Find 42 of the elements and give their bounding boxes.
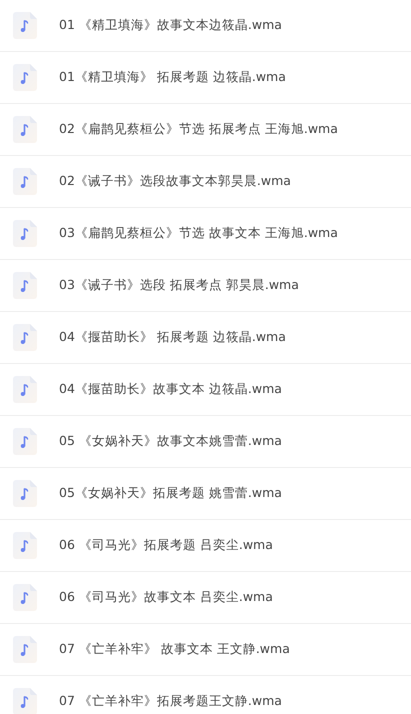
file-row[interactable]: 07 《亡羊补牢》拓展考题王文静.wma xyxy=(0,676,411,714)
file-row[interactable]: 01《精卫填海》 拓展考题 边筱晶.wma xyxy=(0,52,411,104)
audio-file-icon xyxy=(13,688,37,714)
file-row[interactable]: 04《揠苗助长》 拓展考题 边筱晶.wma xyxy=(0,312,411,364)
file-name: 02《诫子书》选段故事文本郭昊晨.wma xyxy=(59,173,291,190)
file-row[interactable]: 01 《精卫填海》故事文本边筱晶.wma xyxy=(0,0,411,52)
file-row[interactable]: 03《诫子书》选段 拓展考点 郭昊晨.wma xyxy=(0,260,411,312)
file-row[interactable]: 03《扁鹊见蔡桓公》节选 故事文本 王海旭.wma xyxy=(0,208,411,260)
file-name: 03《诫子书》选段 拓展考点 郭昊晨.wma xyxy=(59,277,299,294)
audio-file-icon xyxy=(13,116,37,143)
file-name: 07 《亡羊补牢》拓展考题王文静.wma xyxy=(59,693,282,710)
file-name: 07 《亡羊补牢》 故事文本 王文静.wma xyxy=(59,641,290,658)
file-name: 05《女娲补天》拓展考题 姚雪蕾.wma xyxy=(59,485,282,502)
file-row[interactable]: 05《女娲补天》拓展考题 姚雪蕾.wma xyxy=(0,468,411,520)
audio-file-icon xyxy=(13,480,37,507)
audio-file-icon xyxy=(13,376,37,403)
file-name: 06 《司马光》拓展考题 吕奕尘.wma xyxy=(59,537,273,554)
audio-file-icon xyxy=(13,532,37,559)
file-name: 01 《精卫填海》故事文本边筱晶.wma xyxy=(59,17,282,34)
file-row[interactable]: 02《诫子书》选段故事文本郭昊晨.wma xyxy=(0,156,411,208)
file-row[interactable]: 02《扁鹊见蔡桓公》节选 拓展考点 王海旭.wma xyxy=(0,104,411,156)
file-name: 05 《女娲补天》故事文本姚雪蕾.wma xyxy=(59,433,282,450)
audio-file-icon xyxy=(13,636,37,663)
file-name: 06 《司马光》故事文本 吕奕尘.wma xyxy=(59,589,273,606)
file-row[interactable]: 04《揠苗助长》故事文本 边筱晶.wma xyxy=(0,364,411,416)
audio-file-icon xyxy=(13,272,37,299)
file-row[interactable]: 05 《女娲补天》故事文本姚雪蕾.wma xyxy=(0,416,411,468)
audio-file-icon xyxy=(13,12,37,39)
audio-file-icon xyxy=(13,584,37,611)
file-row[interactable]: 06 《司马光》拓展考题 吕奕尘.wma xyxy=(0,520,411,572)
audio-file-icon xyxy=(13,168,37,195)
file-name: 02《扁鹊见蔡桓公》节选 拓展考点 王海旭.wma xyxy=(59,121,338,138)
audio-file-icon xyxy=(13,220,37,247)
file-row[interactable]: 06 《司马光》故事文本 吕奕尘.wma xyxy=(0,572,411,624)
audio-file-icon xyxy=(13,64,37,91)
file-name: 01《精卫填海》 拓展考题 边筱晶.wma xyxy=(59,69,286,86)
file-name: 04《揠苗助长》故事文本 边筱晶.wma xyxy=(59,381,282,398)
file-name: 03《扁鹊见蔡桓公》节选 故事文本 王海旭.wma xyxy=(59,225,338,242)
audio-file-icon xyxy=(13,428,37,455)
file-name: 04《揠苗助长》 拓展考题 边筱晶.wma xyxy=(59,329,286,346)
file-row[interactable]: 07 《亡羊补牢》 故事文本 王文静.wma xyxy=(0,624,411,676)
audio-file-icon xyxy=(13,324,37,351)
